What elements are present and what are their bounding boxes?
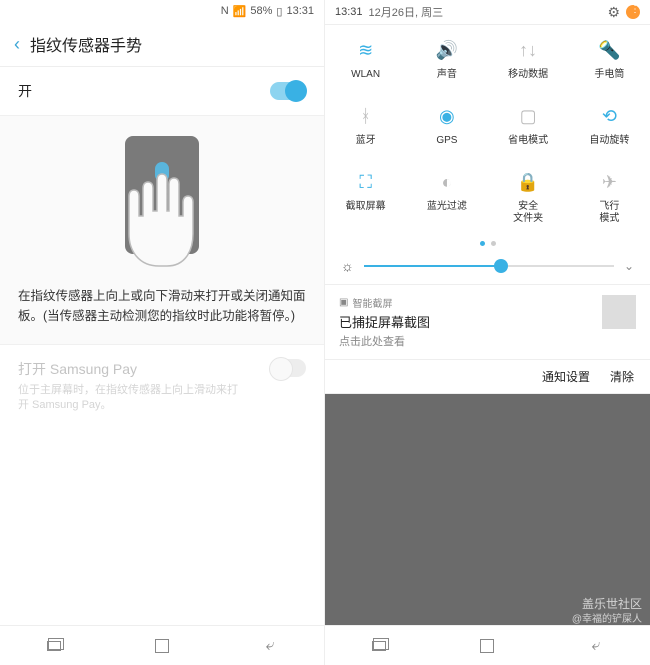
page-header: ‹ 指纹传感器手势	[0, 22, 324, 67]
nav-bar: ⤶	[325, 625, 650, 665]
nav-home-button[interactable]	[477, 636, 497, 656]
samsung-pay-row: 打开 Samsung Pay 位于主屏幕时，在指纹传感器上向上滑动来打开 Sam…	[0, 345, 324, 428]
qs-capture-tile[interactable]: ⛶ 截取屏幕	[325, 157, 406, 235]
qs-status-bar: 13:31 12月26日, 周三 ⚙	[325, 0, 650, 24]
notification-subtitle: 点击此处查看	[339, 333, 592, 349]
more-menu-icon[interactable]	[626, 5, 640, 19]
nav-recent-button[interactable]	[44, 636, 64, 656]
qs-power-tile[interactable]: ▢ 省电模式	[488, 91, 569, 157]
right-phone: 13:31 12月26日, 周三 ⚙ ≋ WLAN 🔊 声音 ↑↓ 移动数据 🔦 手电筒 ᚼ 蓝牙…	[325, 0, 650, 665]
flash-icon: 🔦	[598, 39, 620, 61]
notif-clear-button[interactable]: 清除	[610, 368, 634, 385]
rotate-icon: ⟲	[598, 105, 620, 127]
hand-icon	[117, 166, 207, 276]
qs-date: 12月26日, 周三	[369, 4, 444, 20]
qs-rotate-tile[interactable]: ⟲ 自动旋转	[569, 91, 650, 157]
phone-graphic-icon	[125, 136, 199, 254]
qs-label: 自动旋转	[589, 135, 629, 147]
sound-icon: 🔊	[436, 39, 458, 61]
notification-app-label: ▣ 智能截屏	[339, 295, 592, 310]
status-bar: N 📶 58% ▯ 13:31	[0, 0, 324, 22]
brightness-row: ☼ ⌄	[325, 252, 650, 285]
qs-label: 蓝光过滤	[427, 201, 467, 213]
secure-icon: 🔒	[517, 171, 539, 193]
qs-label: 手电筒	[594, 69, 624, 81]
notification-thumbnail	[602, 295, 636, 329]
qs-gps-tile[interactable]: ◉ GPS	[406, 91, 487, 157]
collapsed-area	[325, 394, 650, 625]
data-icon: ↑↓	[517, 39, 539, 61]
dot-icon	[491, 241, 496, 246]
brightness-slider[interactable]	[364, 265, 614, 267]
nav-back-button[interactable]: ⤶	[586, 636, 606, 656]
toggle-label: 开	[18, 81, 32, 101]
qs-blue-tile[interactable]: ◐ 蓝光过滤	[406, 157, 487, 235]
master-toggle-row[interactable]: 开	[0, 67, 324, 116]
wifi-icon: ≋	[355, 39, 377, 61]
power-icon: ▢	[517, 105, 539, 127]
notification-title: 已捕捉屏幕截图	[339, 312, 592, 331]
nav-home-button[interactable]	[152, 636, 172, 656]
qs-time: 13:31	[335, 6, 363, 18]
notif-settings-button[interactable]: 通知设置	[542, 368, 590, 385]
nfc-icon: N	[221, 5, 229, 17]
qs-label: 移动数据	[508, 69, 548, 81]
capture-icon: ⛶	[355, 171, 377, 193]
gps-icon: ◉	[436, 105, 458, 127]
qs-label: 截取屏幕	[346, 201, 386, 213]
notification-actions: 通知设置 清除	[325, 360, 650, 394]
dot-icon	[480, 241, 485, 246]
battery-icon: ▯	[276, 5, 282, 18]
qs-wifi-tile[interactable]: ≋ WLAN	[325, 25, 406, 91]
left-phone: N 📶 58% ▯ 13:31 ‹ 指纹传感器手势 开 在指纹传感器上向上或向下…	[0, 0, 325, 665]
master-toggle[interactable]	[270, 82, 306, 100]
qs-label: GPS	[436, 135, 457, 147]
battery-percent: 58%	[250, 5, 272, 17]
qs-label: 省电模式	[508, 135, 548, 147]
qs-data-tile[interactable]: ↑↓ 移动数据	[488, 25, 569, 91]
qs-sound-tile[interactable]: 🔊 声音	[406, 25, 487, 91]
qs-flash-tile[interactable]: 🔦 手电筒	[569, 25, 650, 91]
qs-label: 安全 文件夹	[513, 201, 543, 225]
qs-secure-tile[interactable]: 🔒 安全 文件夹	[488, 157, 569, 235]
expand-chevron-icon[interactable]: ⌄	[624, 259, 634, 273]
samsung-pay-toggle	[270, 359, 306, 377]
feature-description: 在指纹传感器上向上或向下滑动来打开或关闭通知面板。(当传感器主动检测您的指纹时此…	[0, 274, 324, 345]
samsung-pay-title: 打开 Samsung Pay	[18, 359, 238, 379]
notification-card[interactable]: ▣ 智能截屏 已捕捉屏幕截图 点击此处查看	[325, 285, 650, 360]
nav-back-button[interactable]: ⤶	[260, 636, 280, 656]
status-time: 13:31	[286, 5, 314, 17]
quick-settings-grid: ≋ WLAN 🔊 声音 ↑↓ 移动数据 🔦 手电筒 ᚼ 蓝牙 ◉ GPS ▢ 省电模式 ⟲ 自动旋转 ⛶ 截取屏幕…	[325, 24, 650, 235]
qs-label: WLAN	[351, 69, 380, 81]
back-arrow-icon[interactable]: ‹	[14, 34, 20, 55]
capture-icon: ▣	[339, 297, 348, 308]
qs-label: 蓝牙	[356, 135, 376, 147]
samsung-pay-sub: 位于主屏幕时，在指纹传感器上向上滑动来打开 Samsung Pay。	[18, 383, 238, 414]
brightness-icon: ☼	[341, 258, 354, 274]
blue-icon: ◐	[436, 171, 458, 193]
signal-icon: 📶	[233, 5, 247, 18]
settings-gear-icon[interactable]: ⚙	[607, 4, 620, 21]
qs-plane-tile[interactable]: ✈ 飞行 模式	[569, 157, 650, 235]
qs-label: 声音	[437, 69, 457, 81]
nav-recent-button[interactable]	[369, 636, 389, 656]
page-title: 指纹传感器手势	[30, 32, 142, 56]
nav-bar: ⤶	[0, 625, 324, 665]
qs-label: 飞行 模式	[599, 201, 619, 225]
bt-icon: ᚼ	[355, 105, 377, 127]
page-indicator	[325, 235, 650, 252]
gesture-illustration	[0, 116, 324, 274]
plane-icon: ✈	[598, 171, 620, 193]
qs-bt-tile[interactable]: ᚼ 蓝牙	[325, 91, 406, 157]
